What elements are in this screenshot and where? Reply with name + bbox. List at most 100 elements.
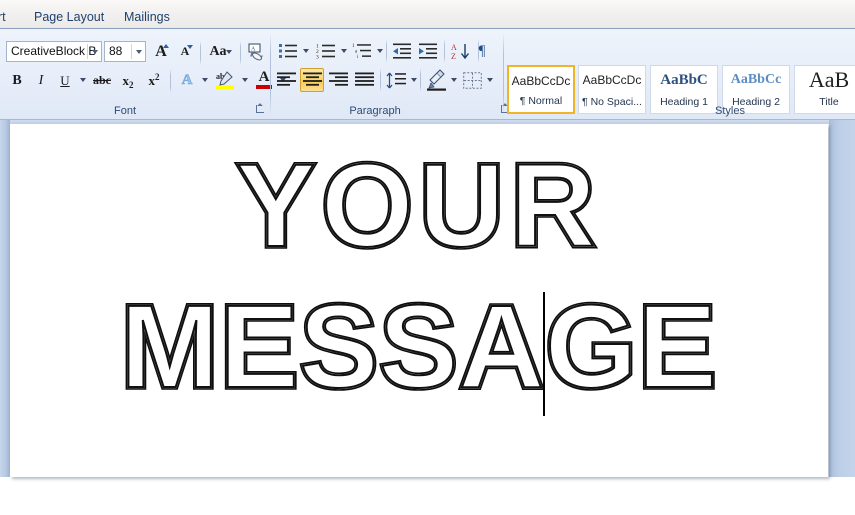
font-dialog-launcher[interactable] (255, 104, 266, 115)
italic-button[interactable]: I (30, 69, 52, 92)
svg-text:A: A (251, 46, 256, 52)
align-center-button[interactable] (300, 68, 324, 92)
font-size-combo[interactable]: 88 (104, 41, 146, 62)
multilevel-dropdown-icon[interactable] (377, 49, 383, 53)
align-left-button[interactable] (274, 68, 298, 92)
bold-button[interactable]: B (6, 69, 28, 92)
align-right-icon (328, 72, 348, 86)
caret-down-icon (187, 45, 193, 49)
divider (240, 41, 241, 65)
shading-dropdown-icon[interactable] (451, 78, 457, 82)
bullets-button[interactable] (276, 39, 300, 63)
underline-button[interactable]: U (54, 69, 76, 92)
font-name-combo[interactable]: CreativeBlock B (6, 41, 102, 62)
bold-label: B (12, 72, 22, 88)
divider (444, 39, 445, 63)
group-divider (270, 33, 271, 115)
change-case-button[interactable]: Aa (204, 40, 236, 63)
borders-button[interactable] (460, 68, 484, 92)
font-color-label: A (258, 68, 270, 85)
sort-icon: A Z (451, 43, 470, 61)
style-preview: AaBbCc (730, 72, 782, 87)
style-title[interactable]: AaB Title (794, 65, 855, 114)
align-right-button[interactable] (326, 68, 350, 92)
decrease-indent-icon (393, 43, 411, 59)
clear-formatting-icon: A (248, 43, 263, 60)
shading-button[interactable] (424, 67, 448, 93)
align-justify-button[interactable] (352, 68, 376, 92)
font-size-divider (131, 44, 132, 59)
align-justify-icon (354, 72, 374, 86)
document-page[interactable]: YOUR YOUR YOUR MESSAGE MESSAGE MESSAGE (10, 124, 828, 477)
bullet-list-icon (279, 44, 297, 58)
tab-mailings[interactable]: Mailings (118, 7, 176, 27)
subscript-index: 2 (129, 79, 134, 90)
underline-label: U (60, 72, 70, 88)
line-spacing-dropdown-icon[interactable] (411, 78, 417, 82)
document-line-2: MESSAGE MESSAGE MESSAGE (10, 278, 828, 417)
change-case-label: Aa (209, 43, 227, 59)
grow-font-button[interactable]: A (150, 40, 172, 63)
svg-text:A: A (451, 43, 457, 52)
font-size-value: 88 (109, 44, 123, 58)
svg-text:3: 3 (316, 55, 319, 61)
svg-text:i: i (357, 55, 359, 60)
numbered-list-icon: 1 2 3 (316, 44, 335, 61)
outline-text-message: MESSAGE MESSAGE MESSAGE (118, 278, 720, 416)
text-insertion-caret (543, 292, 545, 416)
show-formatting-marks-button[interactable]: ¶ (470, 39, 494, 63)
borders-dropdown-icon[interactable] (487, 78, 493, 82)
clear-formatting-button[interactable]: A (244, 39, 268, 64)
chevron-down-icon[interactable] (92, 50, 98, 54)
divider (380, 68, 381, 92)
font-color-button[interactable]: A (252, 67, 276, 93)
style-name: ¶ Normal (519, 95, 563, 107)
text-effects-label: A (181, 72, 193, 89)
strikethrough-label: abc (93, 73, 111, 87)
style-preview: AaBbC (660, 72, 708, 88)
font-group-label: Font (113, 105, 136, 117)
outline-text-your: YOUR YOUR YOUR (234, 137, 599, 275)
highlight-dropdown-icon[interactable] (242, 78, 248, 82)
numbering-dropdown-icon[interactable] (341, 49, 347, 53)
text-effects-button[interactable]: A (176, 69, 198, 92)
style-preview: AaB (808, 69, 850, 91)
line-spacing-button[interactable] (384, 68, 408, 92)
tab-insert[interactable]: rt (0, 7, 12, 27)
numbering-button[interactable]: 1 2 3 (314, 39, 338, 63)
bullets-dropdown-icon[interactable] (303, 49, 309, 53)
multilevel-list-button[interactable]: 1 a i (350, 39, 374, 63)
strikethrough-button[interactable]: abc (90, 69, 114, 92)
chevron-down-icon[interactable] (136, 50, 142, 54)
svg-text:a: a (355, 50, 358, 55)
tab-page-layout[interactable]: Page Layout (28, 7, 110, 27)
subscript-button[interactable]: x 2 (116, 69, 140, 92)
superscript-button[interactable]: x 2 (142, 69, 166, 92)
divider (386, 39, 387, 63)
style-preview: AaBbCcDc (582, 73, 642, 87)
pilcrow-icon: ¶ (478, 42, 486, 59)
divider (200, 41, 201, 65)
increase-indent-icon (419, 43, 437, 59)
divider (170, 69, 171, 93)
style-normal[interactable]: AaBbCcDc ¶ Normal (507, 65, 575, 114)
document-line-1: YOUR YOUR YOUR (10, 137, 828, 275)
shrink-font-button[interactable]: A (174, 40, 196, 63)
underline-dropdown-icon[interactable] (80, 78, 86, 82)
style-name: ¶ No Spaci... (582, 96, 642, 108)
svg-text:1: 1 (352, 44, 355, 49)
decrease-indent-button[interactable] (390, 39, 414, 63)
style-no-spacing[interactable]: AaBbCcDc ¶ No Spaci... (578, 65, 646, 114)
multilevel-list-icon: 1 a i (352, 44, 371, 60)
align-center-icon (302, 72, 322, 86)
style-preview: AaBbCcDc (511, 74, 571, 88)
ribbon-tab-strip: rt Page Layout Mailings (0, 0, 855, 29)
superscript-index: 2 (155, 71, 160, 82)
align-left-icon (276, 72, 296, 86)
text-highlight-button[interactable]: ab (212, 67, 238, 93)
paragraph-group-label: Paragraph (349, 105, 401, 117)
highlighter-icon: ab (216, 71, 234, 90)
text-effects-dropdown-icon[interactable] (202, 78, 208, 82)
divider (420, 68, 421, 92)
increase-indent-button[interactable] (416, 39, 440, 63)
